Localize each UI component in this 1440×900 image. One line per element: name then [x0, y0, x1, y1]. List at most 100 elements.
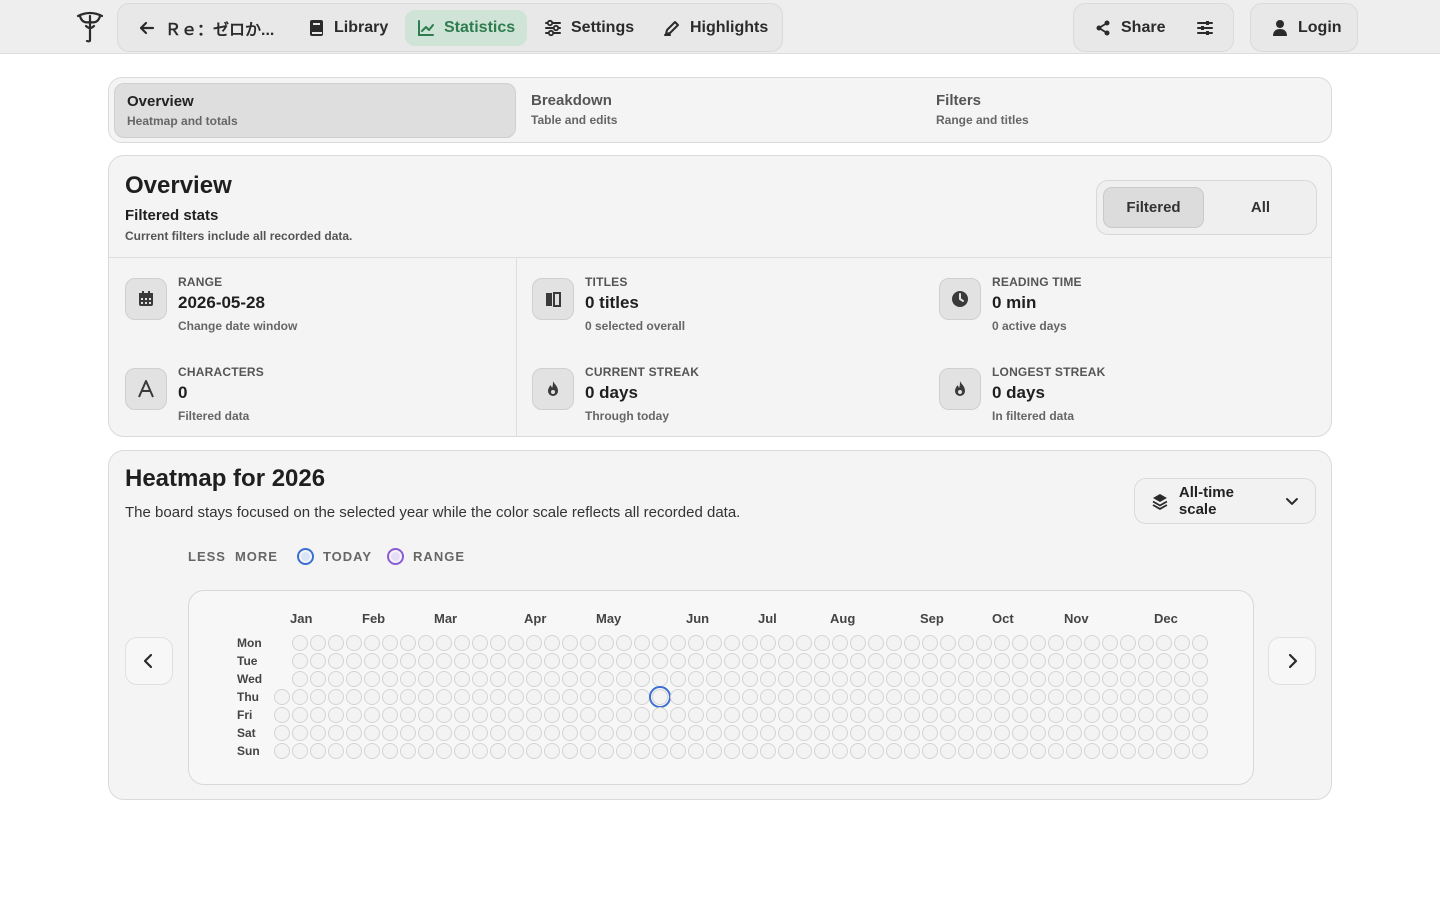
heatmap-day-cell[interactable] — [328, 707, 344, 723]
heatmap-day-cell[interactable] — [1048, 635, 1064, 651]
nav-library[interactable]: Library — [296, 10, 400, 46]
heatmap-day-cell[interactable] — [364, 635, 380, 651]
heatmap-day-cell[interactable] — [706, 707, 722, 723]
heatmap-day-cell[interactable] — [706, 725, 722, 741]
heatmap-day-cell[interactable] — [346, 653, 362, 669]
heatmap-day-cell[interactable] — [292, 743, 308, 759]
heatmap-day-cell[interactable] — [562, 635, 578, 651]
scale-dropdown[interactable]: All-time scale — [1134, 478, 1316, 524]
heatmap-day-cell[interactable] — [778, 725, 794, 741]
heatmap-day-cell[interactable] — [382, 743, 398, 759]
heatmap-day-cell[interactable] — [742, 653, 758, 669]
heatmap-day-cell[interactable] — [688, 725, 704, 741]
heatmap-day-cell[interactable] — [346, 689, 362, 705]
app-logo-icon[interactable] — [74, 10, 106, 44]
heatmap-day-cell[interactable] — [1030, 653, 1046, 669]
heatmap-day-cell[interactable] — [1048, 725, 1064, 741]
heatmap-day-cell[interactable] — [886, 689, 902, 705]
heatmap-day-cell[interactable] — [418, 653, 434, 669]
heatmap-day-cell[interactable] — [922, 725, 938, 741]
heatmap-day-cell[interactable] — [778, 707, 794, 723]
heatmap-day-cell[interactable] — [562, 707, 578, 723]
heatmap-day-cell[interactable] — [814, 653, 830, 669]
heatmap-day-cell[interactable] — [292, 653, 308, 669]
heatmap-day-cell[interactable] — [1030, 671, 1046, 687]
heatmap-day-cell[interactable] — [508, 635, 524, 651]
heatmap-day-cell[interactable] — [1066, 635, 1082, 651]
heatmap-day-cell[interactable] — [1174, 689, 1190, 705]
heatmap-day-cell[interactable] — [724, 725, 740, 741]
heatmap-day-cell[interactable] — [1102, 743, 1118, 759]
heatmap-day-cell[interactable] — [310, 653, 326, 669]
heatmap-day-cell[interactable] — [418, 635, 434, 651]
heatmap-day-cell[interactable] — [490, 707, 506, 723]
heatmap-day-cell[interactable] — [1066, 671, 1082, 687]
heatmap-day-cell[interactable] — [364, 725, 380, 741]
heatmap-day-cell[interactable] — [400, 707, 416, 723]
heatmap-day-cell[interactable] — [472, 743, 488, 759]
heatmap-day-cell[interactable] — [760, 707, 776, 723]
heatmap-day-cell[interactable] — [292, 707, 308, 723]
heatmap-day-cell[interactable] — [634, 689, 650, 705]
heatmap-day-cell[interactable] — [472, 689, 488, 705]
heatmap-day-cell[interactable] — [976, 707, 992, 723]
heatmap-day-cell[interactable] — [724, 635, 740, 651]
heatmap-day-cell[interactable] — [958, 689, 974, 705]
heatmap-day-cell[interactable] — [310, 725, 326, 741]
heatmap-day-cell[interactable] — [1012, 653, 1028, 669]
heatmap-day-cell[interactable] — [562, 725, 578, 741]
heatmap-day-cell[interactable] — [1156, 689, 1172, 705]
heatmap-day-cell[interactable] — [490, 725, 506, 741]
heatmap-day-cell[interactable] — [1192, 653, 1208, 669]
heatmap-day-cell[interactable] — [814, 707, 830, 723]
heatmap-day-cell[interactable] — [868, 707, 884, 723]
heatmap-day-cell[interactable] — [598, 653, 614, 669]
heatmap-day-cell[interactable] — [454, 653, 470, 669]
heatmap-day-cell[interactable] — [472, 671, 488, 687]
heatmap-day-cell[interactable] — [1174, 653, 1190, 669]
heatmap-day-cell[interactable] — [382, 635, 398, 651]
heatmap-day-cell[interactable] — [382, 653, 398, 669]
heatmap-day-cell[interactable] — [778, 635, 794, 651]
heatmap-day-cell[interactable] — [400, 653, 416, 669]
heatmap-day-cell[interactable] — [1066, 653, 1082, 669]
heatmap-day-cell[interactable] — [580, 725, 596, 741]
heatmap-day-cell[interactable] — [1156, 635, 1172, 651]
heatmap-day-cell[interactable] — [436, 671, 452, 687]
heatmap-day-cell[interactable] — [1156, 707, 1172, 723]
heatmap-day-cell[interactable] — [760, 635, 776, 651]
heatmap-day-cell[interactable] — [598, 725, 614, 741]
heatmap-day-cell[interactable] — [1102, 671, 1118, 687]
back-button[interactable]: Ｒｅ：ゼロか... — [126, 10, 286, 46]
heatmap-day-cell[interactable] — [634, 671, 650, 687]
heatmap-day-cell[interactable] — [1192, 671, 1208, 687]
heatmap-day-cell[interactable] — [526, 725, 542, 741]
heatmap-day-cell[interactable] — [814, 635, 830, 651]
heatmap-day-cell[interactable] — [634, 743, 650, 759]
heatmap-day-cell[interactable] — [1174, 707, 1190, 723]
heatmap-day-cell[interactable] — [616, 653, 632, 669]
heatmap-day-cell[interactable] — [1120, 653, 1136, 669]
heatmap-day-cell[interactable] — [706, 635, 722, 651]
heatmap-day-cell[interactable] — [1012, 743, 1028, 759]
heatmap-day-cell[interactable] — [940, 707, 956, 723]
heatmap-day-cell[interactable] — [994, 653, 1010, 669]
heatmap-day-cell[interactable] — [490, 653, 506, 669]
heatmap-day-cell[interactable] — [886, 725, 902, 741]
heatmap-day-cell[interactable] — [922, 689, 938, 705]
heatmap-day-cell[interactable] — [1084, 671, 1100, 687]
heatmap-day-cell[interactable] — [742, 707, 758, 723]
nav-statistics[interactable]: Statistics — [405, 10, 528, 46]
heatmap-day-cell[interactable] — [544, 743, 560, 759]
heatmap-day-cell[interactable] — [1138, 725, 1154, 741]
heatmap-day-cell[interactable] — [634, 635, 650, 651]
heatmap-day-cell[interactable] — [472, 635, 488, 651]
heatmap-day-cell[interactable] — [310, 707, 326, 723]
heatmap-day-cell[interactable] — [454, 725, 470, 741]
heatmap-day-cell[interactable] — [778, 743, 794, 759]
heatmap-day-cell[interactable] — [742, 743, 758, 759]
heatmap-day-cell[interactable] — [1120, 689, 1136, 705]
heatmap-day-cell[interactable] — [310, 635, 326, 651]
heatmap-day-cell[interactable] — [580, 671, 596, 687]
heatmap-day-cell[interactable] — [832, 743, 848, 759]
